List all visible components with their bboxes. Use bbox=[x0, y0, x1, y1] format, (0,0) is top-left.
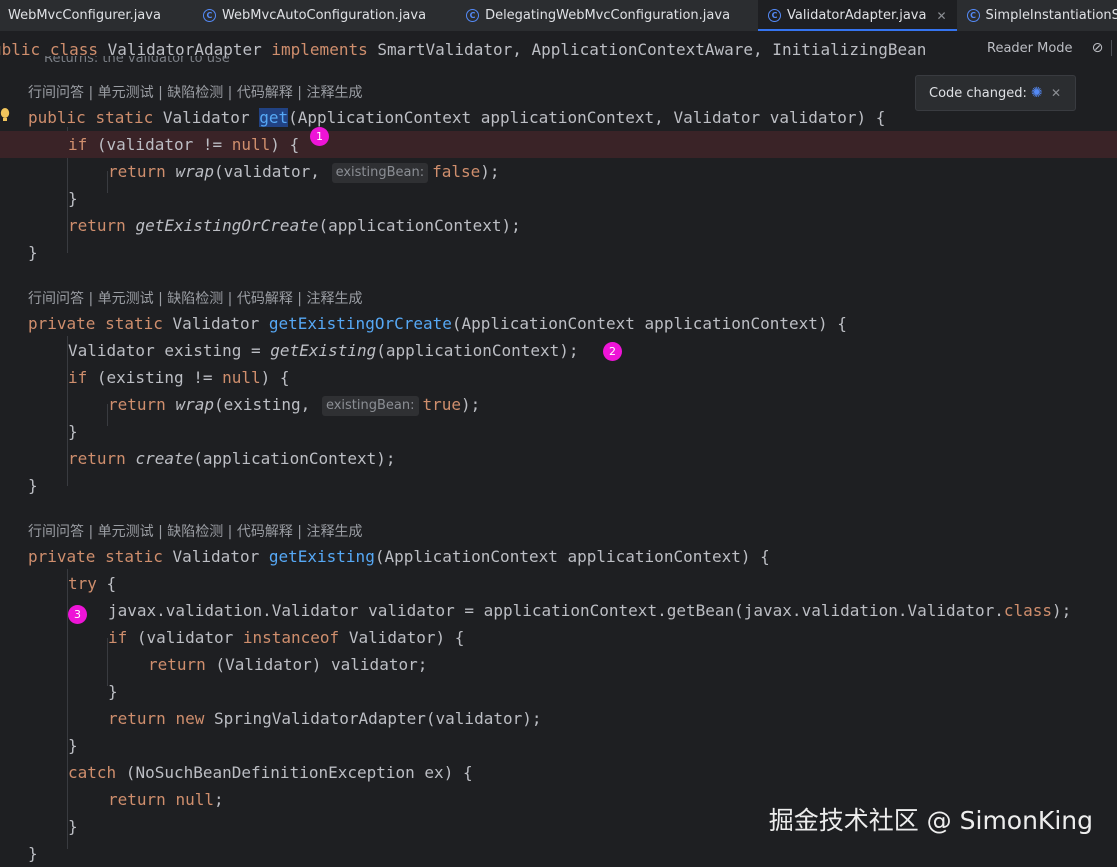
code-line: if (validator instanceof Validator) { bbox=[108, 628, 465, 647]
class-icon: C bbox=[768, 9, 782, 22]
editor-tab-bar: WebMvcConfigurer.java C WebMvcAutoConfig… bbox=[0, 0, 1117, 32]
popup-text: Code changed: bbox=[929, 85, 1027, 101]
code-line: return create(applicationContext); bbox=[68, 449, 396, 468]
code-changed-popup: Code changed: ✺ ✕ bbox=[915, 75, 1076, 111]
interfaces: SmartValidator, ApplicationContextAware,… bbox=[377, 40, 927, 59]
code-editor[interactable]: ublic class ValidatorAdapter implements … bbox=[0, 31, 1117, 863]
divider bbox=[1111, 40, 1113, 56]
lightbulb-icon[interactable] bbox=[0, 107, 10, 123]
bug-icon[interactable]: ✺ bbox=[1031, 85, 1043, 101]
code-line: return wrap(existing, existingBean: true)… bbox=[108, 395, 481, 416]
code-line: } bbox=[68, 422, 78, 441]
code-line: catch (NoSuchBeanDefinitionException ex)… bbox=[68, 763, 473, 782]
code-lens-actions[interactable]: 行间问答 | 单元测试 | 缺陷检测 | 代码解释 | 注释生成 bbox=[28, 82, 362, 104]
code-line: return null; bbox=[108, 790, 224, 809]
code-line-getexistingorcreate-signature: private static Validator getExistingOrCr… bbox=[28, 314, 847, 333]
code-line: return wrap(validator, existingBean: fals… bbox=[108, 162, 500, 183]
code-line: try { bbox=[68, 574, 117, 593]
code-lens-actions[interactable]: 行间问答 | 单元测试 | 缺陷检测 | 代码解释 | 注释生成 bbox=[28, 288, 362, 310]
parameter-hint: existingBean: bbox=[321, 396, 419, 416]
tab-label: DelegatingWebMvcConfiguration.java bbox=[485, 8, 731, 23]
code-line: return getExistingOrCreate(applicationCo… bbox=[68, 216, 521, 235]
tab-label: ValidatorAdapter.java bbox=[787, 8, 927, 23]
code-line: return new SpringValidatorAdapter(valida… bbox=[108, 709, 542, 728]
tab-webmvcautoconfiguration[interactable]: C WebMvcAutoConfiguration.java bbox=[193, 0, 436, 31]
code-line: } bbox=[28, 476, 38, 495]
annotation-badge-2: 2 bbox=[603, 342, 622, 361]
code-line-breakpoint-highlight: if (validator != null) { bbox=[0, 131, 1117, 158]
code-line: if (existing != null) { bbox=[68, 368, 290, 387]
keyword: ublic bbox=[0, 40, 41, 59]
code-line: Validator existing = getExisting(applica… bbox=[68, 341, 579, 360]
tab-simpleinstantiationstrategy[interactable]: C SimpleInstantiationStrategy.java bbox=[957, 0, 1117, 31]
reader-mode-bar: Reader Mode ⊘ bbox=[970, 31, 1117, 65]
tab-webmvcconfigurer[interactable]: WebMvcConfigurer.java bbox=[0, 0, 171, 31]
tab-validatoradapter[interactable]: C ValidatorAdapter.java ✕ bbox=[758, 0, 957, 31]
class-icon: C bbox=[966, 9, 980, 22]
code-line-getexisting-signature: private static Validator getExisting(App… bbox=[28, 547, 770, 566]
code-line: } bbox=[68, 189, 78, 208]
class-icon: C bbox=[466, 9, 480, 22]
code-line: } bbox=[28, 243, 38, 262]
parameter-hint: existingBean: bbox=[331, 163, 429, 183]
code-line: } bbox=[68, 817, 78, 836]
code-line: javax.validation.Validator validator = a… bbox=[108, 601, 1072, 620]
class-icon: C bbox=[202, 9, 216, 22]
code-line-get-signature: public static Validator get(ApplicationC… bbox=[28, 108, 886, 127]
tab-delegatingwebmvcconfiguration[interactable]: C DelegatingWebMvcConfiguration.java bbox=[456, 0, 740, 31]
close-icon[interactable]: ✕ bbox=[936, 9, 946, 23]
reader-mode-button[interactable]: Reader Mode bbox=[987, 41, 1073, 56]
eye-off-icon[interactable]: ⊘ bbox=[1092, 40, 1104, 56]
annotation-badge-3: 3 bbox=[68, 605, 87, 624]
close-icon[interactable]: ✕ bbox=[1051, 86, 1061, 100]
keyword: implements bbox=[271, 40, 368, 59]
code-line: } bbox=[68, 736, 78, 755]
annotation-badge-1: 1 bbox=[310, 127, 329, 146]
code-lens-actions[interactable]: 行间问答 | 单元测试 | 缺陷检测 | 代码解释 | 注释生成 bbox=[28, 521, 362, 543]
code-line: return (Validator) validator; bbox=[148, 655, 428, 674]
watermark: 掘金技术社区 @ SimonKing bbox=[768, 806, 1093, 835]
tab-label: WebMvcConfigurer.java bbox=[8, 8, 161, 23]
code-line: } bbox=[108, 682, 118, 701]
tab-label: WebMvcAutoConfiguration.java bbox=[221, 8, 427, 23]
javadoc-comment: Returns: the validator to use bbox=[44, 56, 230, 66]
tab-label: SimpleInstantiationStrategy.java bbox=[985, 8, 1117, 23]
